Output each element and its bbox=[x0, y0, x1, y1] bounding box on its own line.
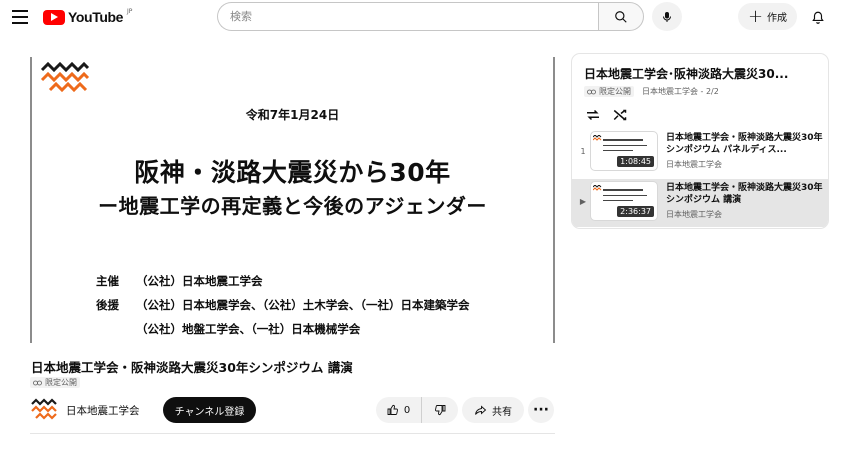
playlist-item-duration: 1:08:45 bbox=[617, 156, 654, 167]
more-actions-button[interactable]: ··· bbox=[528, 397, 554, 423]
loop-icon[interactable] bbox=[584, 106, 602, 124]
slide-support-label: 後援 bbox=[96, 298, 119, 312]
voice-search-button[interactable] bbox=[652, 2, 682, 31]
like-count: 0 bbox=[403, 404, 411, 416]
menu-icon[interactable] bbox=[10, 7, 30, 27]
slide-host-label: 主催 bbox=[96, 274, 119, 288]
video-player[interactable]: 令和7年1月24日 阪神・淡路大震災から30年 ー地震工学の再定義と今後のアジェ… bbox=[30, 57, 555, 343]
logo-region: JP bbox=[127, 7, 133, 15]
playlist-item-duration: 2:36:37 bbox=[617, 206, 654, 217]
search-icon bbox=[615, 10, 627, 23]
shuffle-icon[interactable] bbox=[612, 106, 630, 124]
search-button[interactable] bbox=[598, 2, 644, 31]
video-title: 日本地震工学会・阪神淡路大震災30年シンポジウム 講演 bbox=[31, 360, 353, 375]
logo-text: YouTube bbox=[68, 9, 124, 25]
playlist-item-active[interactable]: ▶ 2:36:37 日本地震工学会・阪神淡路大震災30年シンポジウム 講演 日本… bbox=[572, 179, 828, 227]
slide-subtitle: ー地震工学の再定義と今後のアジェンダー bbox=[98, 194, 487, 218]
thumbnail-logo-icon bbox=[593, 185, 602, 191]
like-button[interactable]: 0 bbox=[376, 397, 422, 423]
playlist-visibility-label: 限定公開 bbox=[599, 87, 631, 96]
playlist-item-channel: 日本地震工学会 bbox=[666, 160, 722, 169]
bell-icon bbox=[812, 11, 824, 24]
like-dislike-group: 0 bbox=[376, 397, 458, 423]
search-bar bbox=[217, 2, 644, 31]
slide-title: 阪神・淡路大震災から30年 bbox=[134, 158, 451, 187]
playlist-item-title[interactable]: 日本地震工学会・阪神淡路大震災30年シンポジウム パネルディス... bbox=[666, 132, 826, 156]
create-button[interactable]: + 作成 bbox=[738, 3, 797, 30]
share-icon bbox=[475, 405, 487, 415]
playlist-visibility-badge: 限定公開 bbox=[584, 86, 634, 97]
slide-support-value-2: （公社）地盤工学会、（一社）日本機械学会 bbox=[136, 322, 361, 336]
playlist-channel-progress[interactable]: 日本地震工学会 - 2/2 bbox=[642, 86, 719, 97]
playlist-item-channel: 日本地震工学会 bbox=[666, 210, 722, 219]
slide-date: 令和7年1月24日 bbox=[245, 108, 340, 122]
thumbs-down-icon bbox=[435, 405, 446, 416]
plus-icon: + bbox=[747, 5, 764, 27]
more-horiz-icon: ··· bbox=[533, 402, 549, 418]
search-input[interactable] bbox=[217, 2, 598, 31]
link-icon bbox=[33, 380, 42, 385]
society-logo-icon bbox=[40, 62, 90, 93]
slide-host-value: （公社）日本地震工学会 bbox=[136, 274, 263, 288]
create-label: 作成 bbox=[767, 13, 788, 24]
playlist-item-thumbnail[interactable]: 2:36:37 bbox=[590, 181, 658, 221]
play-icon bbox=[43, 9, 65, 25]
subscribe-button[interactable]: チャンネル登録 bbox=[163, 397, 256, 423]
channel-avatar[interactable] bbox=[31, 397, 59, 421]
visibility-badge: 限定公開 bbox=[30, 377, 80, 388]
playlist-panel: 日本地震工学会･阪神淡路大震災30... 限定公開 日本地震工学会 - 2/2 … bbox=[571, 53, 829, 229]
share-label: 共有 bbox=[492, 406, 512, 418]
playlist-item-thumbnail[interactable]: 1:08:45 bbox=[590, 131, 658, 171]
thumbs-up-icon bbox=[387, 404, 398, 415]
playlist-item[interactable]: 1 1:08:45 日本地震工学会・阪神淡路大震災30年シンポジウム パネルディ… bbox=[572, 129, 828, 177]
microphone-icon bbox=[663, 11, 671, 22]
slide-support-value: （公社）日本地震学会、（公社）土木学会、（一社）日本建築学会 bbox=[136, 298, 470, 312]
share-button[interactable]: 共有 bbox=[462, 397, 524, 423]
channel-name[interactable]: 日本地震工学会 bbox=[66, 403, 140, 418]
link-icon bbox=[587, 89, 596, 94]
thumbnail-logo-icon bbox=[593, 135, 602, 141]
notifications-button[interactable] bbox=[806, 5, 830, 29]
playlist-item-index: 1 bbox=[580, 147, 586, 156]
visibility-label: 限定公開 bbox=[45, 378, 77, 387]
masthead: YouTube JP + 作成 bbox=[0, 0, 850, 34]
now-playing-icon: ▶ bbox=[579, 197, 587, 206]
youtube-logo[interactable]: YouTube JP bbox=[43, 7, 133, 25]
playlist-item-title[interactable]: 日本地震工学会・阪神淡路大震災30年シンポジウム 講演 bbox=[666, 182, 826, 206]
playlist-title[interactable]: 日本地震工学会･阪神淡路大震災30... bbox=[584, 65, 788, 82]
dislike-button[interactable] bbox=[422, 397, 458, 423]
divider bbox=[30, 433, 555, 434]
